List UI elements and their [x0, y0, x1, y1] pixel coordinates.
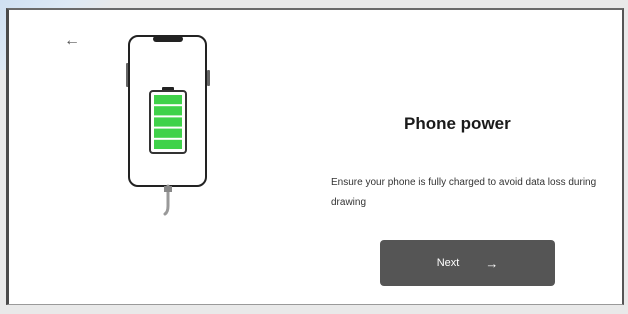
battery-segment [154, 128, 182, 138]
back-button[interactable]: ← [61, 30, 83, 52]
phone-side-button-right [207, 70, 210, 86]
phone-charging-illustration [126, 35, 210, 216]
page-title: Phone power [404, 114, 511, 133]
dialog-frame: ← Phone power Ensure your phone is fully… [6, 8, 624, 305]
battery-segment [154, 117, 182, 127]
phone-notch [153, 36, 183, 42]
back-arrow-icon: ← [64, 32, 80, 49]
battery-segment [154, 139, 182, 149]
battery-segment [154, 95, 182, 105]
battery-segments [154, 95, 182, 149]
next-button[interactable]: Next → [380, 240, 555, 286]
page-description: Ensure your phone is fully charged to av… [331, 177, 597, 208]
arrow-right-icon: → [485, 255, 499, 271]
cable-connector [164, 186, 172, 192]
next-button-label: Next [436, 257, 460, 269]
battery-segment [154, 106, 182, 116]
